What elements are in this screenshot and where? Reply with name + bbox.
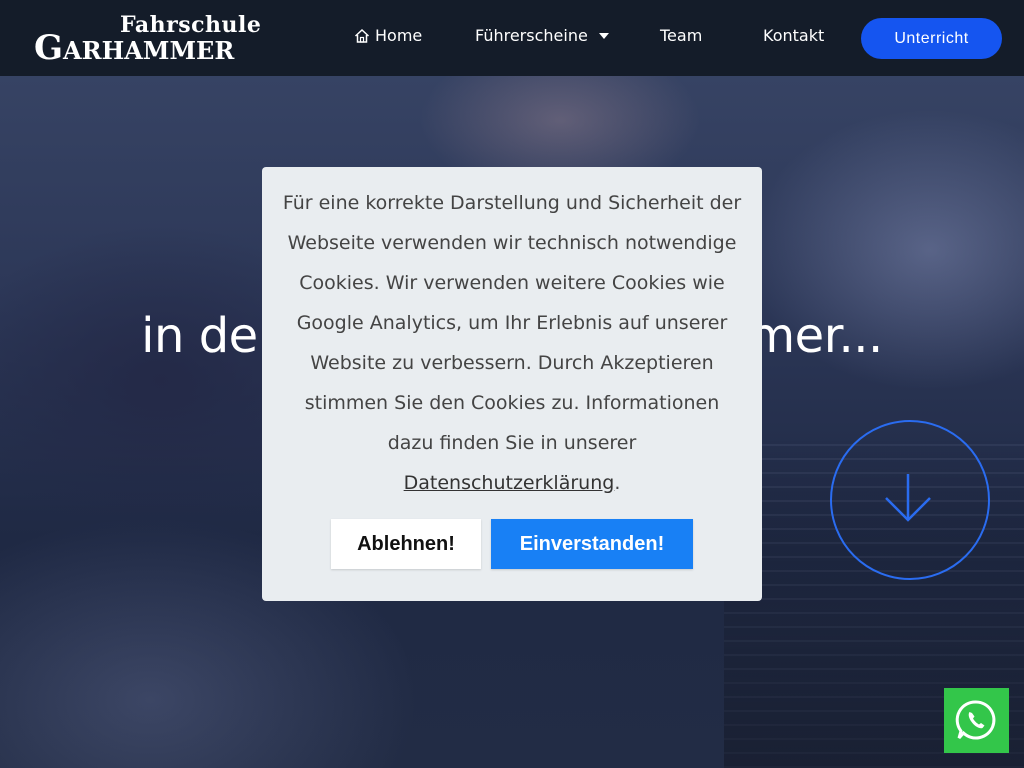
nav-home[interactable]: Home bbox=[354, 26, 422, 45]
cookie-consent-dialog: Für eine korrekte Darstellung und Sicher… bbox=[262, 167, 762, 601]
nav-licenses-dropdown[interactable]: Führerscheine bbox=[475, 26, 609, 45]
accept-cookies-button[interactable]: Einverstanden! bbox=[491, 519, 693, 569]
nav-contact-label: Kontakt bbox=[763, 26, 825, 45]
whatsapp-button[interactable] bbox=[944, 688, 1009, 753]
nav-team[interactable]: Team bbox=[660, 26, 702, 45]
brand-logo[interactable]: Fahrschule Garhammer bbox=[34, 12, 261, 68]
logo-main-text: Garhammer bbox=[34, 28, 235, 68]
whatsapp-icon bbox=[955, 700, 996, 740]
scroll-down-button[interactable] bbox=[830, 420, 990, 580]
privacy-policy-link[interactable]: Datenschutzerklärung bbox=[404, 472, 615, 494]
arrow-down-icon bbox=[885, 474, 931, 522]
cookie-message: Für eine korrekte Darstellung und Sicher… bbox=[282, 192, 742, 454]
cookie-period: . bbox=[614, 472, 621, 494]
home-icon bbox=[354, 28, 370, 43]
lessons-button[interactable]: Unterricht bbox=[861, 18, 1002, 59]
decline-cookies-button[interactable]: Ablehnen! bbox=[331, 519, 481, 569]
nav-home-label: Home bbox=[375, 26, 423, 45]
nav-team-label: Team bbox=[660, 26, 703, 45]
nav-contact[interactable]: Kontakt bbox=[763, 26, 824, 45]
nav-licenses-label: Führerscheine bbox=[475, 26, 588, 45]
chevron-down-icon bbox=[598, 32, 609, 39]
cookie-consent-text-block: Für eine korrekte Darstellung und Sicher… bbox=[280, 183, 744, 503]
navbar: Fahrschule Garhammer Home Führerscheine … bbox=[0, 0, 1024, 76]
